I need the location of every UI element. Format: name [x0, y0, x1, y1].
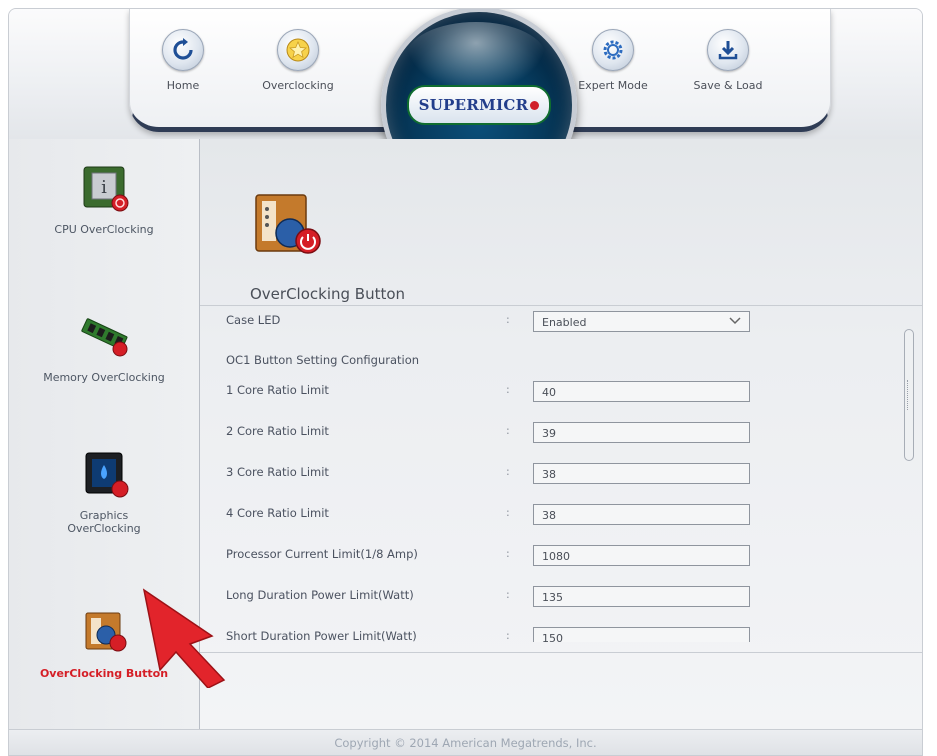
top-header: Home Overclocking Expert Mode Save & Loa… [9, 9, 922, 203]
setting-row: Processor Current Limit(1/8 Amp) : 1080 [200, 543, 900, 573]
settings-list: Case LED : Enabled OC1 Button Setting Co… [200, 309, 900, 642]
core2-ratio-input[interactable]: 39 [533, 422, 750, 443]
section-header-row: OC1 Button Setting Configuration [200, 349, 900, 379]
colon-separator: : [506, 506, 510, 519]
sidebar-item-cpu-overclocking[interactable]: i CPU OverClocking [9, 161, 199, 236]
sidebar-item-label: Memory OverClocking [43, 371, 165, 384]
nav-expert-mode-label: Expert Mode [578, 79, 648, 92]
sidebar-item-label: CPU OverClocking [54, 223, 154, 236]
overclocking-button-header-icon [250, 187, 330, 271]
setting-row-case-led: Case LED : Enabled [200, 309, 900, 339]
setting-label: 1 Core Ratio Limit [226, 383, 329, 397]
setting-row: 4 Core Ratio Limit : 38 [200, 502, 900, 532]
dropdown-value: Enabled [542, 316, 587, 329]
setting-label: 4 Core Ratio Limit [226, 506, 329, 520]
section-header: OC1 Button Setting Configuration [226, 353, 420, 367]
main-content: OverClocking Button Case LED : Enabled O… [200, 139, 922, 729]
nav-overclocking-label: Overclocking [262, 79, 334, 92]
core3-ratio-input[interactable]: 38 [533, 463, 750, 484]
nav-overclocking-button[interactable]: Overclocking [253, 29, 343, 92]
logo-text: SUPERMICR [418, 96, 529, 114]
colon-separator: : [506, 383, 510, 396]
colon-separator: : [506, 588, 510, 601]
red-arrow-pointer-icon [142, 588, 226, 688]
setting-row: Long Duration Power Limit(Watt) : 135 [200, 584, 900, 614]
nav-save-load-button[interactable]: Save & Load [683, 29, 773, 92]
cpu-chip-icon: i [78, 161, 130, 213]
sidebar-item-memory-overclocking[interactable]: Memory OverClocking [9, 309, 199, 384]
setting-label: Case LED [226, 313, 281, 327]
setting-row: Short Duration Power Limit(Watt) : 150 [200, 625, 900, 642]
nav-save-load-label: Save & Load [693, 79, 763, 92]
scroll-grip [907, 380, 911, 410]
colon-separator: : [506, 313, 510, 326]
settings-scrollbar[interactable] [904, 329, 914, 461]
processor-current-limit-input[interactable]: 1080 [533, 545, 750, 566]
setting-row: 1 Core Ratio Limit : 40 [200, 379, 900, 409]
colon-separator: : [506, 547, 510, 560]
core1-ratio-input[interactable]: 40 [533, 381, 750, 402]
colon-separator: : [506, 465, 510, 478]
setting-label: Long Duration Power Limit(Watt) [226, 588, 414, 602]
setting-label: Short Duration Power Limit(Watt) [226, 629, 417, 642]
setting-row: 3 Core Ratio Limit : 38 [200, 461, 900, 491]
nav-expert-mode-button[interactable]: Expert Mode [568, 29, 658, 92]
logo-badge: SUPERMICR [407, 85, 551, 125]
memory-module-icon [78, 309, 130, 361]
long-duration-power-limit-input[interactable]: 135 [533, 586, 750, 607]
copyright-text: Copyright © 2014 American Megatrends, In… [334, 736, 597, 750]
divider [200, 652, 922, 653]
sidebar-item-label: Graphics OverClocking [67, 509, 141, 535]
nav-home-button[interactable]: Home [138, 29, 228, 92]
short-duration-power-limit-input[interactable]: 150 [533, 627, 750, 642]
setting-label: 3 Core Ratio Limit [226, 465, 329, 479]
chevron-down-icon [729, 317, 741, 325]
footer: Copyright © 2014 American Megatrends, In… [9, 729, 922, 755]
star-icon [277, 29, 319, 71]
download-icon [707, 29, 749, 71]
setting-label: 2 Core Ratio Limit [226, 424, 329, 438]
overclocking-button-icon [78, 605, 130, 657]
colon-separator: : [506, 629, 510, 642]
home-icon [162, 29, 204, 71]
svg-text:i: i [101, 177, 107, 198]
nav-home-label: Home [166, 79, 200, 92]
divider [200, 305, 922, 306]
gear-icon [592, 29, 634, 71]
core4-ratio-input[interactable]: 38 [533, 504, 750, 525]
setting-label: Processor Current Limit(1/8 Amp) [226, 547, 418, 561]
logo-dot-icon [530, 100, 540, 110]
page-title: OverClocking Button [250, 285, 406, 303]
colon-separator: : [506, 424, 510, 437]
sidebar-item-graphics-overclocking[interactable]: Graphics OverClocking [9, 447, 199, 535]
graphics-chip-icon [78, 447, 130, 499]
setting-row: 2 Core Ratio Limit : 39 [200, 420, 900, 450]
case-led-dropdown[interactable]: Enabled [533, 311, 750, 332]
